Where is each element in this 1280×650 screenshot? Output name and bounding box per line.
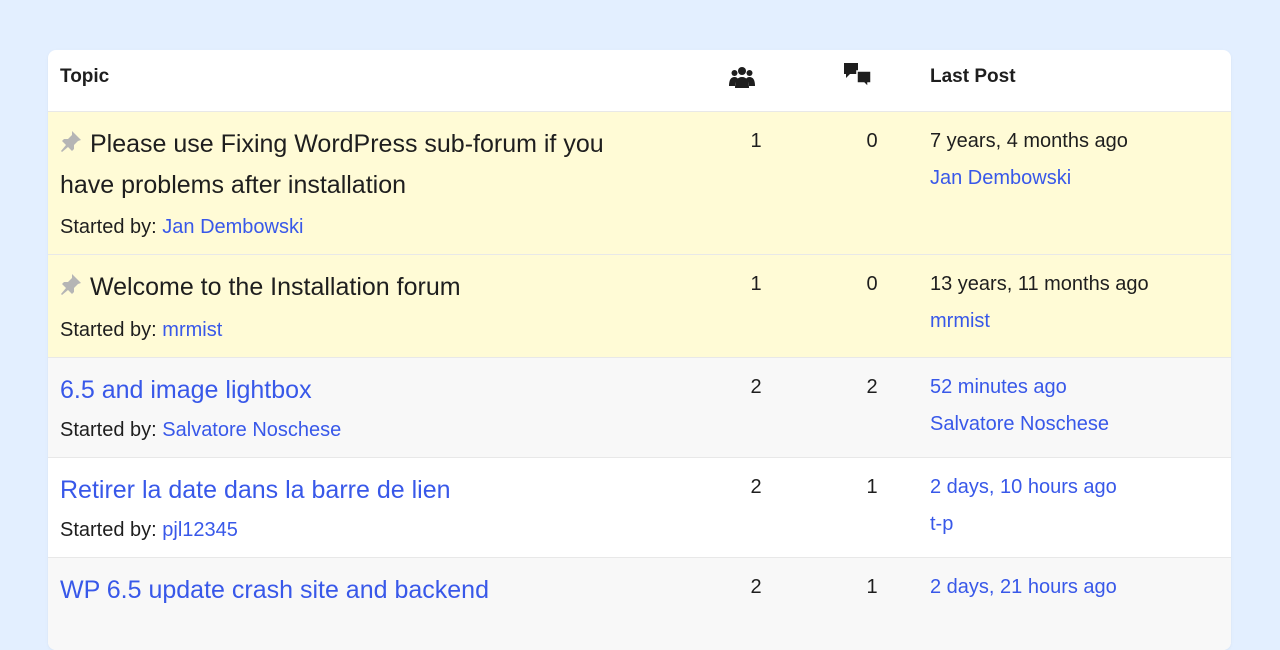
voice-count: 2	[750, 476, 762, 498]
last-post-time-link[interactable]: 52 minutes ago	[930, 376, 1067, 399]
post-count: 0	[866, 130, 878, 152]
started-by-label: Started by:	[60, 419, 157, 441]
last-post-author-link[interactable]: mrmist	[930, 310, 990, 333]
topic-title[interactable]: 6.5 and image lightbox	[60, 370, 660, 411]
topic-title[interactable]: Welcome to the Installation forum	[60, 267, 660, 308]
table-header: Topic Last Post	[48, 50, 1231, 110]
topics-table: Topic Last Post Please use Fixing WordPr…	[48, 50, 1231, 650]
voice-count: 2	[750, 376, 762, 398]
topic-title[interactable]: Retirer la date dans la barre de lien	[60, 470, 660, 511]
post-count: 1	[866, 576, 878, 598]
starter-link[interactable]: pjl12345	[162, 519, 238, 541]
voice-count: 1	[750, 130, 762, 152]
started-by: Started by: Jan Dembowski	[60, 216, 303, 239]
last-post-time-link[interactable]: 2 days, 10 hours ago	[930, 476, 1117, 499]
started-by: Started by: Salvatore Noschese	[60, 419, 341, 442]
last-post-time: 13 years, 11 months ago	[930, 273, 1149, 295]
started-by-label: Started by:	[60, 519, 157, 541]
last-post-author-link[interactable]: t-p	[930, 513, 953, 536]
table-row: 6.5 and image lightbox Started by: Salva…	[48, 357, 1231, 458]
post-count: 1	[866, 476, 878, 498]
voice-count: 1	[750, 273, 762, 295]
voice-count: 2	[750, 576, 762, 598]
topic-title[interactable]: WP 6.5 update crash site and backend	[60, 570, 660, 611]
topic-title[interactable]: Please use Fixing WordPress sub-forum if…	[60, 124, 660, 206]
topic-column-header: Topic	[60, 66, 110, 87]
comments-icon	[844, 63, 872, 89]
starter-link[interactable]: mrmist	[162, 319, 222, 341]
table-row: Welcome to the Installation forum Starte…	[48, 254, 1231, 358]
post-count: 2	[866, 376, 878, 398]
last-post-column-header: Last Post	[930, 66, 1016, 87]
post-count: 0	[866, 273, 878, 295]
starter-link[interactable]: Jan Dembowski	[162, 216, 303, 238]
started-by-label: Started by:	[60, 216, 157, 238]
table-row: Please use Fixing WordPress sub-forum if…	[48, 111, 1231, 255]
last-post-time-link[interactable]: 2 days, 21 hours ago	[930, 576, 1117, 599]
last-post-author-link[interactable]: Jan Dembowski	[930, 167, 1071, 190]
started-by: Started by: mrmist	[60, 319, 222, 342]
started-by: Started by: pjl12345	[60, 519, 238, 542]
table-row: WP 6.5 update crash site and backend 2 1…	[48, 557, 1231, 650]
started-by-label: Started by:	[60, 319, 157, 341]
users-icon	[729, 67, 755, 88]
last-post-author-link[interactable]: Salvatore Noschese	[930, 413, 1109, 436]
last-post-time: 7 years, 4 months ago	[930, 130, 1128, 152]
table-row: Retirer la date dans la barre de lien St…	[48, 457, 1231, 558]
starter-link[interactable]: Salvatore Noschese	[162, 419, 341, 441]
